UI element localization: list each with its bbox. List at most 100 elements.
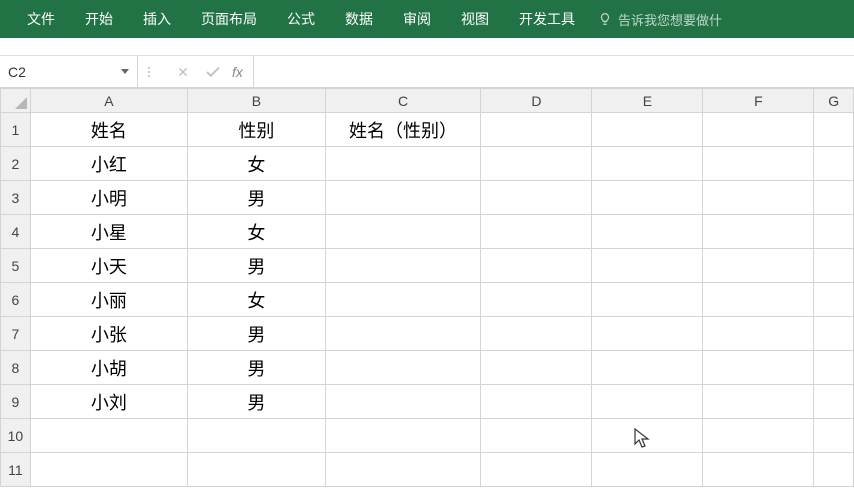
cell[interactable] xyxy=(592,317,703,351)
cell[interactable] xyxy=(592,351,703,385)
cell[interactable]: 小张 xyxy=(30,317,187,351)
row-header[interactable]: 8 xyxy=(1,351,31,385)
ribbon-tab-review[interactable]: 审阅 xyxy=(388,0,446,38)
cell[interactable]: 小明 xyxy=(30,181,187,215)
cell[interactable]: 小刘 xyxy=(30,385,187,419)
cell[interactable] xyxy=(814,419,854,453)
cell[interactable]: 性别 xyxy=(188,113,326,147)
cell[interactable] xyxy=(325,215,481,249)
cell[interactable] xyxy=(481,317,592,351)
cell[interactable] xyxy=(592,385,703,419)
cell[interactable] xyxy=(325,283,481,317)
cell[interactable] xyxy=(30,453,187,487)
cell[interactable] xyxy=(481,147,592,181)
cell[interactable] xyxy=(592,419,703,453)
row-header[interactable]: 5 xyxy=(1,249,31,283)
cell[interactable] xyxy=(481,113,592,147)
cell[interactable] xyxy=(703,351,814,385)
cell[interactable]: 男 xyxy=(188,385,326,419)
row-header[interactable]: 9 xyxy=(1,385,31,419)
col-header-f[interactable]: F xyxy=(703,89,814,113)
row-header[interactable]: 1 xyxy=(1,113,31,147)
cell[interactable] xyxy=(703,147,814,181)
cell[interactable] xyxy=(188,453,326,487)
row-header[interactable]: 7 xyxy=(1,317,31,351)
cell[interactable] xyxy=(814,181,854,215)
cell[interactable] xyxy=(325,249,481,283)
cell[interactable] xyxy=(325,385,481,419)
ribbon-tab-formulas[interactable]: 公式 xyxy=(272,0,330,38)
cell[interactable] xyxy=(592,181,703,215)
ribbon-tab-view[interactable]: 视图 xyxy=(446,0,504,38)
cell[interactable] xyxy=(481,249,592,283)
select-all-corner[interactable] xyxy=(1,89,31,113)
name-box[interactable]: C2 xyxy=(0,56,138,87)
col-header-g[interactable]: G xyxy=(814,89,854,113)
cell[interactable] xyxy=(481,181,592,215)
formula-input[interactable] xyxy=(253,56,854,87)
col-header-b[interactable]: B xyxy=(188,89,326,113)
enter-formula-button[interactable] xyxy=(198,63,228,81)
cell[interactable]: 男 xyxy=(188,181,326,215)
ribbon-tab-file[interactable]: 文件 xyxy=(12,0,70,38)
cell[interactable] xyxy=(592,283,703,317)
cell[interactable] xyxy=(592,113,703,147)
cell[interactable] xyxy=(814,385,854,419)
cell[interactable]: 姓名 xyxy=(30,113,187,147)
cell[interactable] xyxy=(481,215,592,249)
row-header[interactable]: 10 xyxy=(1,419,31,453)
cell[interactable] xyxy=(814,283,854,317)
cell[interactable] xyxy=(814,249,854,283)
cell[interactable] xyxy=(703,385,814,419)
cell[interactable]: 男 xyxy=(188,249,326,283)
cell[interactable] xyxy=(703,215,814,249)
cell[interactable] xyxy=(592,453,703,487)
cell[interactable] xyxy=(703,453,814,487)
cell[interactable] xyxy=(325,147,481,181)
cell[interactable]: 小丽 xyxy=(30,283,187,317)
cell[interactable]: 男 xyxy=(188,317,326,351)
cell[interactable] xyxy=(814,351,854,385)
cell[interactable]: 小红 xyxy=(30,147,187,181)
cell[interactable] xyxy=(325,317,481,351)
cell[interactable] xyxy=(814,113,854,147)
chevron-down-icon[interactable] xyxy=(121,69,129,74)
cell[interactable]: 姓名（性别） xyxy=(325,113,481,147)
row-header[interactable]: 2 xyxy=(1,147,31,181)
cell[interactable] xyxy=(814,215,854,249)
cell[interactable] xyxy=(814,453,854,487)
ribbon-tab-insert[interactable]: 插入 xyxy=(128,0,186,38)
cell[interactable]: 小星 xyxy=(30,215,187,249)
col-header-d[interactable]: D xyxy=(481,89,592,113)
cell[interactable] xyxy=(703,419,814,453)
cell[interactable] xyxy=(592,215,703,249)
cell[interactable] xyxy=(481,453,592,487)
ribbon-tab-layout[interactable]: 页面布局 xyxy=(186,0,272,38)
fx-icon[interactable]: fx xyxy=(232,64,243,80)
row-header[interactable]: 3 xyxy=(1,181,31,215)
row-header[interactable]: 11 xyxy=(1,453,31,487)
cell[interactable] xyxy=(188,419,326,453)
cell[interactable]: 女 xyxy=(188,215,326,249)
cell[interactable] xyxy=(30,419,187,453)
cancel-formula-button[interactable] xyxy=(168,65,198,79)
cell[interactable] xyxy=(481,419,592,453)
cell[interactable] xyxy=(703,181,814,215)
cell[interactable] xyxy=(703,283,814,317)
col-header-e[interactable]: E xyxy=(592,89,703,113)
cell[interactable]: 女 xyxy=(188,283,326,317)
cell[interactable] xyxy=(814,317,854,351)
drag-handle-icon[interactable] xyxy=(148,67,150,77)
cell[interactable] xyxy=(703,113,814,147)
cell[interactable] xyxy=(592,249,703,283)
ribbon-tab-data[interactable]: 数据 xyxy=(330,0,388,38)
cell[interactable]: 男 xyxy=(188,351,326,385)
cell[interactable] xyxy=(325,419,481,453)
cell[interactable] xyxy=(703,249,814,283)
tell-me-search[interactable]: 告诉我您想要做什 xyxy=(598,10,722,29)
ribbon-tab-home[interactable]: 开始 xyxy=(70,0,128,38)
ribbon-tab-developer[interactable]: 开发工具 xyxy=(504,0,590,38)
row-header[interactable]: 4 xyxy=(1,215,31,249)
col-header-a[interactable]: A xyxy=(30,89,187,113)
cell[interactable] xyxy=(325,453,481,487)
